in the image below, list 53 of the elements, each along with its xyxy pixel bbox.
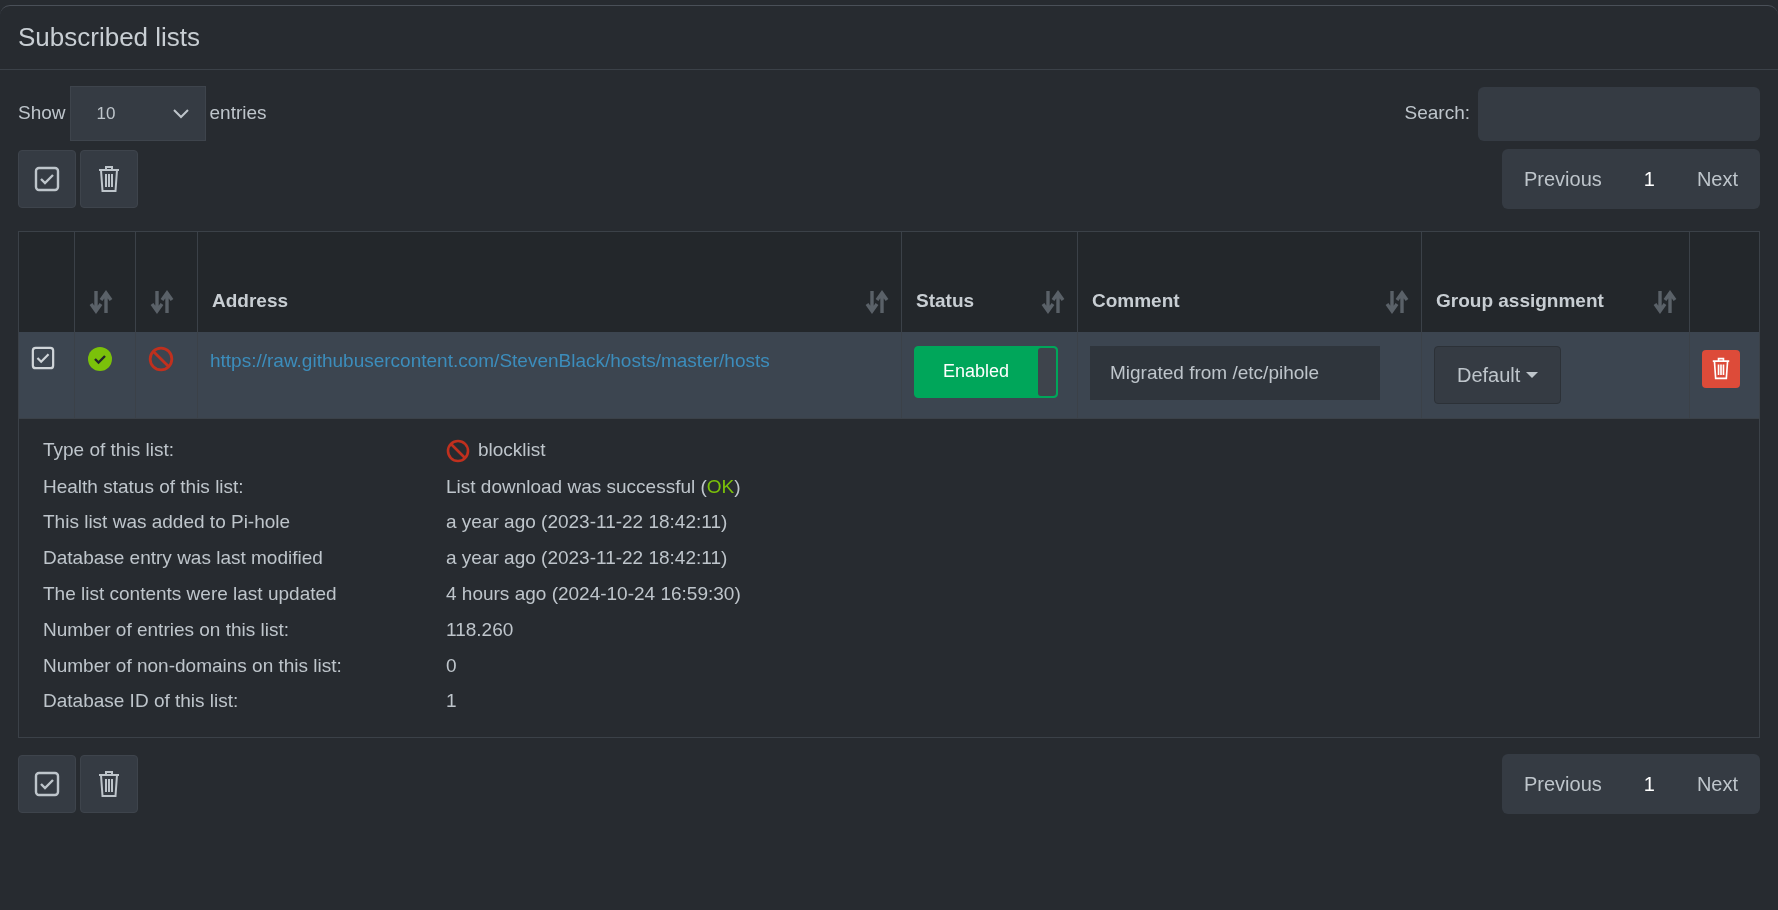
detail-label: Number of non-domains on this list: — [43, 654, 343, 678]
page-button[interactable]: 1 — [1613, 769, 1685, 800]
detail-label: This list was added to Pi-hole — [43, 511, 292, 535]
entries-select[interactable]: 10 — [69, 86, 206, 142]
trash-icon — [1711, 357, 1731, 381]
detail-label: The list contents were last updated — [43, 583, 338, 606]
sort-icon — [150, 289, 174, 316]
trash-icon — [97, 165, 121, 194]
sort-icon — [1041, 289, 1065, 316]
detail-value: 118.260 — [446, 618, 514, 642]
delete-selected-button[interactable] — [80, 755, 138, 814]
checkbox-checked-icon — [34, 166, 60, 193]
detail-value: 4 hours ago (2024-10-24 16:59:30) — [446, 583, 741, 606]
search-label: Search: — [1404, 101, 1470, 126]
detail-value: a year ago (2023-11-22 18:42:11) — [446, 547, 728, 571]
detail-value: 0 — [446, 654, 457, 678]
column-header[interactable]: Status — [916, 287, 975, 316]
show-label: Show — [18, 101, 66, 126]
detail-label: Database ID of this list: — [43, 690, 240, 714]
prohibited-icon — [446, 438, 470, 463]
chevron-down-icon — [172, 108, 189, 119]
column-header[interactable]: Group assignment — [1436, 287, 1604, 316]
sort-icon — [865, 289, 889, 316]
detail-label: Database entry was last modified — [43, 547, 324, 571]
delete-button[interactable] — [1702, 349, 1740, 388]
detail-value: blocklist — [478, 439, 546, 463]
panel-title: Subscribed lists — [18, 22, 202, 54]
select-all-button[interactable] — [18, 150, 76, 209]
page-button[interactable]: 1 — [1613, 164, 1685, 195]
column-header[interactable]: Comment — [1092, 287, 1180, 316]
row-checkbox[interactable] — [31, 345, 55, 370]
sort-icon — [1385, 289, 1409, 316]
previous-button[interactable]: Previous — [1511, 769, 1614, 800]
sort-icon — [89, 289, 113, 316]
sort-icon — [1653, 289, 1677, 316]
detail-value: a year ago (2023-11-22 18:42:11) — [446, 511, 728, 535]
select-all-button[interactable] — [18, 755, 76, 814]
detail-label: Type of this list: — [43, 439, 175, 463]
trash-icon — [97, 770, 121, 799]
detail-label: Health status of this list: — [43, 475, 245, 499]
next-button[interactable]: Next — [1684, 769, 1750, 800]
previous-button[interactable]: Previous — [1511, 164, 1614, 195]
caret-icon — [1526, 371, 1539, 378]
entries-label: entries — [209, 101, 267, 126]
detail-value: List download was successful (OK) — [446, 475, 741, 499]
checkbox-checked-icon — [34, 771, 60, 798]
next-button[interactable]: Next — [1684, 164, 1750, 195]
comment-field[interactable]: Migrated from /etc/pihole — [1090, 345, 1380, 400]
delete-selected-button[interactable] — [80, 150, 138, 209]
detail-value: 1 — [446, 690, 457, 714]
column-header[interactable]: Address — [212, 287, 289, 316]
detail-label: Number of entries on this list: — [43, 618, 291, 642]
group-dropdown[interactable]: Default — [1434, 345, 1562, 404]
